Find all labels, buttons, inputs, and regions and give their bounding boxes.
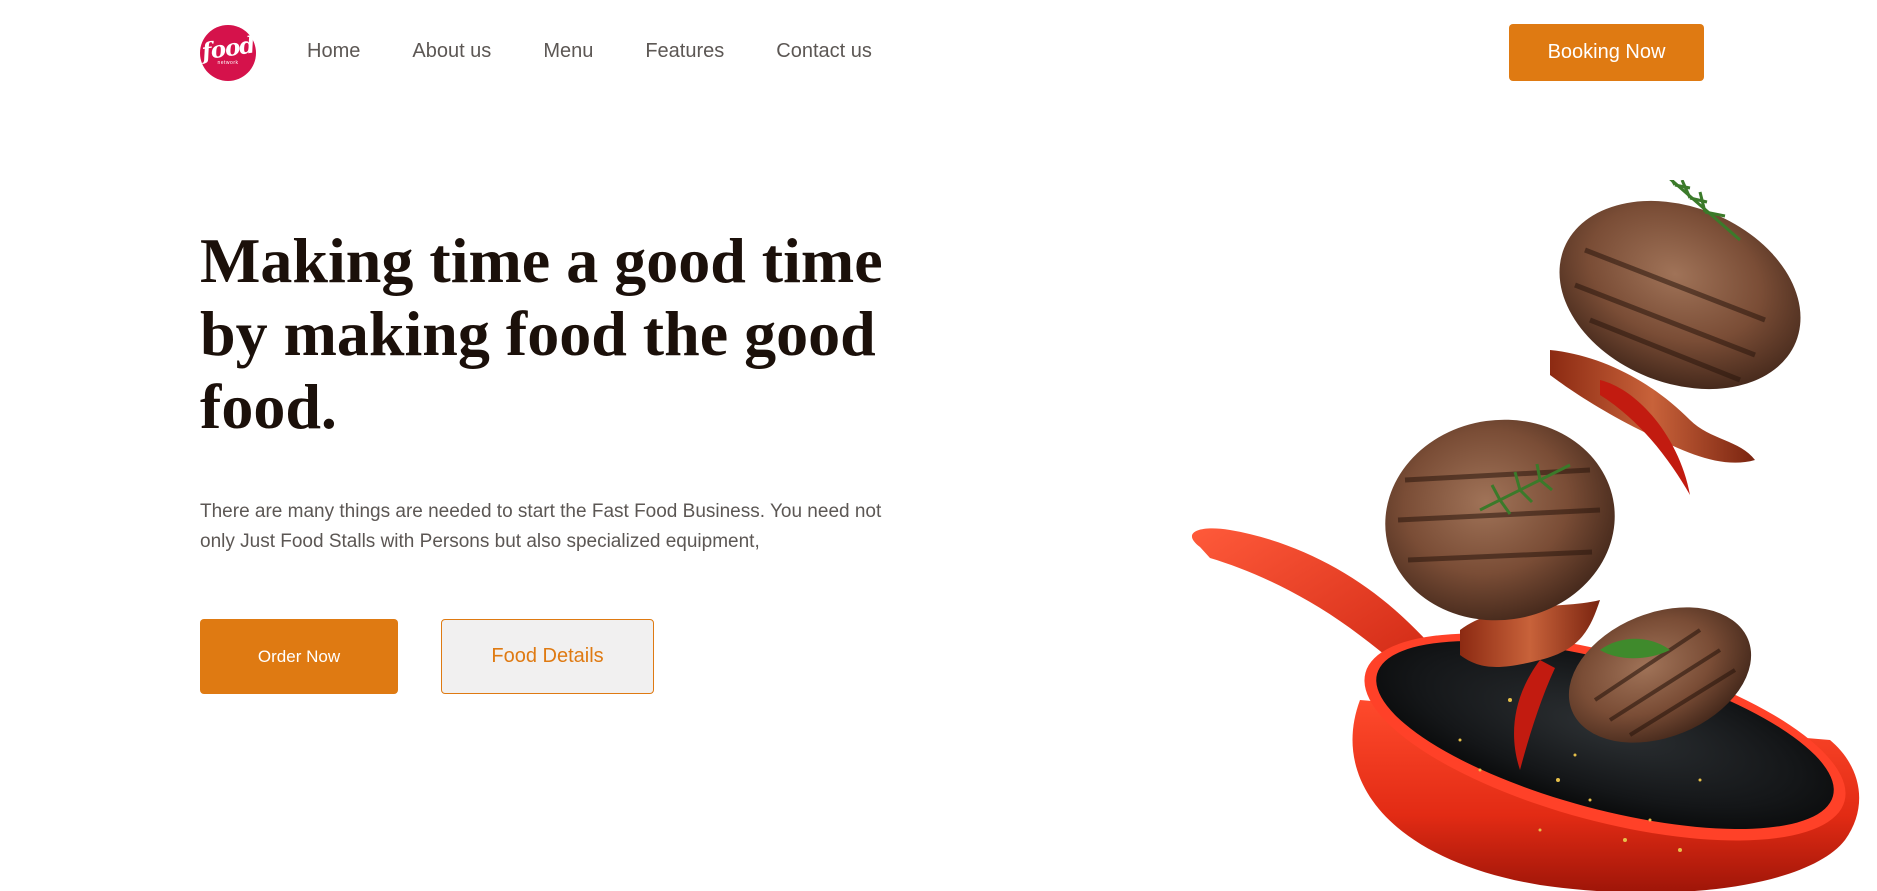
nav-item-menu[interactable]: Menu: [543, 38, 593, 64]
food-network-logo[interactable]: food network: [200, 25, 256, 81]
main-nav: Home About us Menu Features Contact us: [307, 38, 924, 64]
landing-page: food network Home About us Menu Features…: [0, 0, 1877, 891]
nav-item-contact-us[interactable]: Contact us: [776, 38, 872, 64]
frying-pan-with-burger-patties-illustration: [1191, 180, 1860, 891]
hero-title: Making time a good time by making food t…: [200, 225, 883, 442]
nav-item-features[interactable]: Features: [645, 38, 724, 64]
hero-description: There are many things are needed to star…: [200, 501, 882, 552]
food-details-button[interactable]: Food Details: [441, 619, 654, 694]
logo-word: food: [200, 31, 256, 66]
order-now-button[interactable]: Order Now: [200, 619, 398, 694]
booking-now-button[interactable]: Booking Now: [1509, 24, 1704, 81]
nav-item-about-us[interactable]: About us: [412, 38, 491, 64]
nav-item-home[interactable]: Home: [307, 38, 360, 64]
